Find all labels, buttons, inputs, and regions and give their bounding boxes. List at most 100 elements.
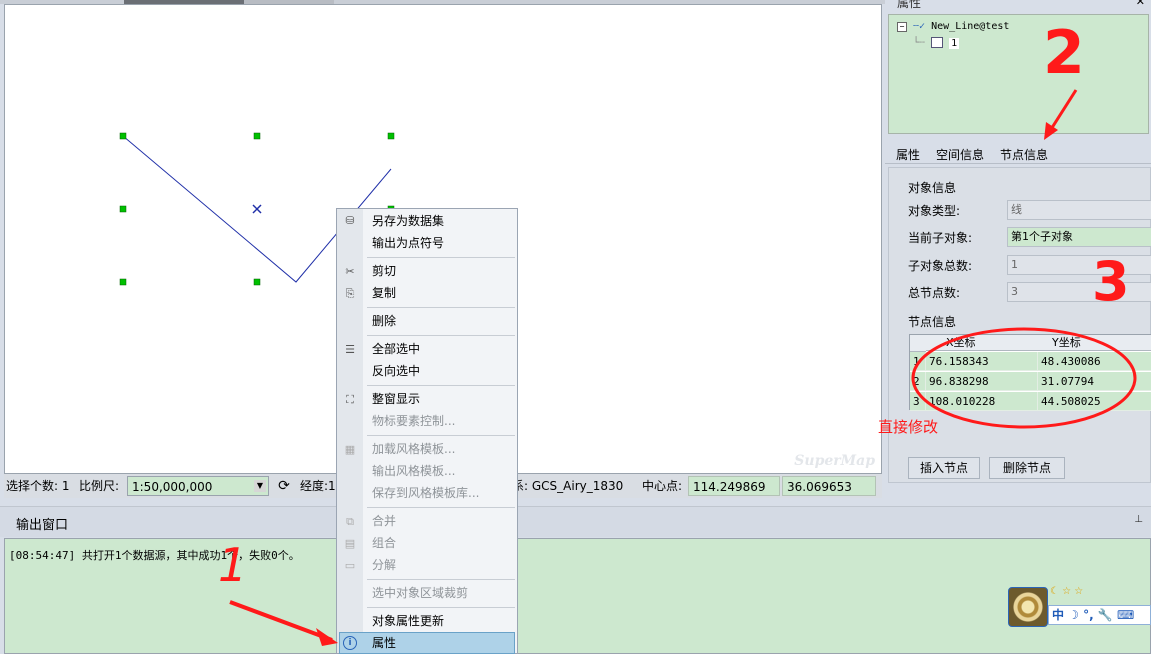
close-icon[interactable]: ✕ — [1136, 0, 1145, 8]
select-all-icon: ☰ — [345, 343, 355, 356]
cell-y[interactable]: 48.430086 — [1038, 352, 1151, 371]
object-tree[interactable]: − ┄✓ New_Line@test └┄ 1 — [888, 14, 1149, 134]
cell-x[interactable]: 96.838298 — [926, 372, 1038, 391]
tab-divider — [885, 163, 1151, 164]
menu-separator — [367, 307, 515, 308]
node-info-heading: 节点信息 — [908, 315, 957, 329]
menu-item-feature-control: 物标要素控制... — [372, 414, 456, 428]
menu-item-group: 组合 — [372, 536, 397, 550]
group-icon: ▤ — [344, 537, 356, 550]
refresh-icon[interactable]: ⟳ — [274, 476, 294, 496]
selection-handle-ne[interactable] — [387, 132, 395, 140]
menu-separator — [367, 435, 515, 436]
menu-separator — [367, 607, 515, 608]
log-line: [08:54:47] 共打开1个数据源，其中成功1个，失败0个。 — [9, 549, 300, 562]
menu-item-update-attributes[interactable]: 对象属性更新 — [372, 611, 444, 631]
selection-center-icon[interactable] — [252, 204, 262, 214]
annotation-step-3: 3 — [1092, 250, 1130, 313]
menu-item-merge: 合并 — [372, 514, 397, 528]
delete-node-button[interactable]: 删除节点 — [989, 457, 1065, 479]
context-menu: ⛁ 另存为数据集 输出为点符号 ✂ 剪切 ⎘ 复制 删除 ☰ 全部选中 反向选中… — [336, 208, 518, 654]
merge-icon: ⧉ — [346, 515, 354, 528]
output-window-body[interactable]: [08:54:47] 共打开1个数据源，其中成功1个，失败0个。 — [4, 538, 1151, 654]
current-subobject-label: 当前子对象: — [908, 231, 973, 245]
menu-item-full-extent[interactable]: 整窗显示 — [372, 389, 420, 409]
node-total-label: 总节点数: — [908, 286, 961, 300]
selection-handle-sw[interactable] — [119, 278, 127, 286]
output-window-header: 输出窗口 ⊥ — [0, 506, 1151, 537]
tree-record-label: 1 — [949, 37, 960, 49]
node-coordinate-table[interactable]: X坐标 Y坐标 1 76.158343 48.430086 2 96.83829… — [909, 334, 1151, 411]
tree-connector: └┄ — [913, 37, 926, 49]
style-template-icon: ▦ — [344, 443, 356, 456]
tree-node-record[interactable]: └┄ 1 — [913, 37, 960, 49]
row-index: 3 — [910, 392, 926, 411]
menu-item-invert-selection[interactable]: 反向选中 — [372, 361, 420, 381]
crs-label: 系: GCS_Airy_1830 — [508, 476, 634, 496]
menu-item-load-style-template: 加载风格模板... — [372, 442, 456, 456]
object-type-label: 对象类型: — [908, 204, 961, 218]
ime-toolbar[interactable]: ☾ ☆ ☆ 中 ☽ °, 🔧 ⌨ — [1008, 585, 1151, 627]
copy-icon: ⎘ — [345, 287, 355, 300]
menu-item-save-as-dataset[interactable]: 另存为数据集 — [372, 211, 444, 231]
object-info-heading: 对象信息 — [908, 181, 957, 195]
annotation-step-1: 1 — [218, 538, 248, 592]
insert-node-button[interactable]: 插入节点 — [908, 457, 980, 479]
selection-handle-w[interactable] — [119, 205, 127, 213]
current-subobject-value: 第1个子对象 — [1011, 230, 1073, 243]
database-icon: ⛁ — [345, 214, 355, 227]
selection-handle-nw[interactable] — [119, 132, 127, 140]
menu-item-save-to-style-library: 保存到风格模板库... — [372, 486, 480, 500]
menu-separator — [367, 507, 515, 508]
menu-item-cut[interactable]: 剪切 — [372, 261, 396, 281]
menu-item-export-style-template: 输出风格模板... — [372, 464, 456, 478]
menu-item-select-all[interactable]: 全部选中 — [372, 339, 420, 359]
longitude-label: 经度:10 — [300, 479, 340, 493]
cell-x[interactable]: 76.158343 — [926, 352, 1038, 371]
subobject-total-label: 子对象总数: — [908, 259, 973, 273]
tab-attributes[interactable]: 属性 — [896, 146, 920, 163]
menu-separator — [367, 335, 515, 336]
center-label: 中心点: — [642, 479, 683, 493]
annotation-step-2: 2 — [1043, 18, 1085, 88]
selected-count: 选择个数: 1 — [6, 479, 70, 493]
cell-y[interactable]: 31.07794 — [1038, 372, 1151, 391]
cell-y[interactable]: 44.508025 — [1038, 392, 1151, 411]
cell-x[interactable]: 108.010228 — [926, 392, 1038, 411]
tab-node-info[interactable]: 节点信息 — [1000, 146, 1048, 163]
menu-separator — [367, 257, 515, 258]
annotation-edit-note: 直接修改 — [878, 418, 939, 436]
selection-handle-n[interactable] — [253, 132, 261, 140]
panel-title: 属性 — [897, 0, 922, 10]
scale-select[interactable]: 1:50,000,000 ▼ — [127, 476, 269, 496]
tree-node-dataset[interactable]: − ┄✓ New_Line@test — [897, 21, 1009, 32]
tab-spatial-info[interactable]: 空间信息 — [936, 146, 984, 163]
ime-avatar-icon[interactable] — [1008, 587, 1048, 627]
ime-status-bar[interactable]: 中 ☽ °, 🔧 ⌨ — [1048, 605, 1151, 625]
scissors-icon: ✂ — [345, 265, 355, 278]
table-corner — [910, 335, 926, 352]
row-index: 1 — [910, 352, 926, 371]
selection-handle-s[interactable] — [253, 278, 261, 286]
ime-status-text: 中 ☽ °, 🔧 ⌨ — [1052, 608, 1135, 622]
center-x-value: 114.249869 — [688, 476, 780, 496]
center-y-value: 36.069653 — [782, 476, 876, 496]
full-extent-icon: ⛶ — [346, 393, 354, 406]
chevron-down-icon[interactable]: ▼ — [254, 480, 266, 492]
pin-icon[interactable]: ⊥ — [1134, 514, 1143, 525]
current-subobject-select[interactable]: 第1个子对象 — [1007, 227, 1151, 247]
menu-item-export-point-symbol[interactable]: 输出为点符号 — [372, 233, 444, 253]
menu-item-ungroup: 分解 — [372, 558, 397, 572]
table-icon — [931, 37, 944, 48]
menu-item-copy[interactable]: 复制 — [372, 283, 396, 303]
collapse-icon[interactable]: − — [897, 22, 907, 32]
column-header-y[interactable]: Y坐标 — [1038, 335, 1151, 351]
output-window-title: 输出窗口 — [16, 518, 69, 533]
supermap-watermark: SuperMap — [794, 453, 875, 469]
menu-separator — [367, 385, 515, 386]
object-type-field: 线 — [1007, 200, 1151, 220]
moon-star-icon: ☾ ☆ ☆ — [1050, 586, 1084, 597]
menu-item-properties[interactable]: 属性 — [372, 633, 396, 653]
menu-item-delete[interactable]: 删除 — [372, 311, 396, 331]
column-header-x[interactable]: X坐标 — [926, 335, 1038, 351]
